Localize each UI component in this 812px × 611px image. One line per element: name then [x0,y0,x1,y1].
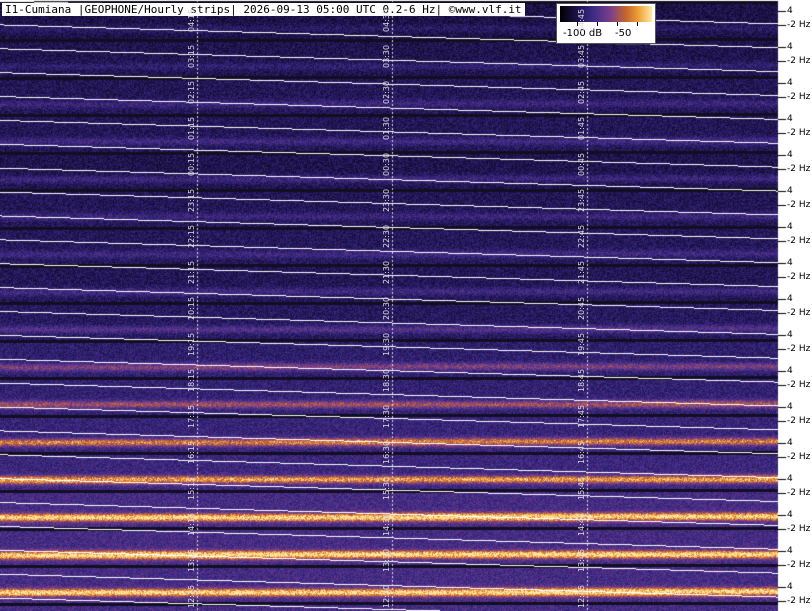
y-tick-label-2hz: -2 Hz [787,200,811,210]
strip-time-label: 00:30 [382,152,391,176]
strip-time-label: 03:30 [382,44,391,68]
strip-time-label: 02:30 [382,80,391,104]
y-tick-label-4: 4 [787,42,793,52]
strip-time-label: 20:45 [577,296,586,320]
y-tick-label-2hz: -2 Hz [787,128,811,138]
y-tick-label-2hz: -2 Hz [787,488,811,498]
y-tick-label-4: 4 [787,78,793,88]
spectrogram-chart: I1-Cumiana |GEOPHONE/Hourly strips| 2026… [0,0,812,611]
strip-time-label: 19:15 [187,332,196,356]
strip-time-label: 13:30 [382,548,391,572]
strip-time-label: 13:15 [187,548,196,572]
y-tick-label-2hz: -2 Hz [787,92,811,102]
colorbar-tick [617,22,618,26]
strip-time-label: 03:15 [187,44,196,68]
y-tick-label-4: 4 [787,294,793,304]
strip-time-label: 20:30 [382,296,391,320]
strip-time-label: 19:30 [382,332,391,356]
y-tick-label-4: 4 [787,114,793,124]
strip-time-label: 22:30 [382,224,391,248]
strip-time-label: 00:45 [577,152,586,176]
spectrogram-strips [0,0,812,611]
strip-time-label: 17:30 [382,404,391,428]
strip-time-label: 16:15 [187,440,196,464]
strip-time-label: 21:15 [187,260,196,284]
y-tick-label-4: 4 [787,150,793,160]
y-tick-label-4: 4 [787,510,793,520]
y-tick-label-2hz: -2 Hz [787,272,811,282]
strip-time-label: 22:15 [187,224,196,248]
y-tick-label-4: 4 [787,186,793,196]
y-tick-label-4: 4 [787,366,793,376]
strip-time-label: 16:30 [382,440,391,464]
y-tick-label-2hz: -2 Hz [787,164,811,174]
chart-title: I1-Cumiana |GEOPHONE/Hourly strips| 2026… [2,3,525,16]
strip-time-label: 14:30 [382,512,391,536]
y-tick-label-2hz: -2 Hz [787,524,811,534]
colorbar-label-high: -50 [615,28,632,39]
strip-time-label: 01:30 [382,116,391,140]
y-tick-label-4: 4 [787,6,793,16]
y-tick-label-2hz: -2 Hz [787,380,811,390]
strip-time-label: 12:15 [187,584,196,608]
strip-time-label: 21:30 [382,260,391,284]
strip-time-label: 13:45 [577,548,586,572]
y-tick-label-2hz: -2 Hz [787,416,811,426]
strip-time-label: 12:45 [577,584,586,608]
strip-time-label: 14:45 [577,512,586,536]
strip-time-label: 20:15 [187,296,196,320]
y-tick-label-4: 4 [787,330,793,340]
colorbar-tick [637,22,638,26]
strip-time-label: 04:45 [577,8,586,32]
strip-time-label: 15:45 [577,476,586,500]
strip-time-label: 01:15 [187,116,196,140]
strip-time-label: 21:45 [577,260,586,284]
y-tick-label-2hz: -2 Hz [787,20,811,30]
strip-time-label: 12:30 [382,584,391,608]
strip-time-label: 23:15 [187,188,196,212]
strip-time-label: 19:45 [577,332,586,356]
strip-time-label: 23:45 [577,188,586,212]
y-tick-label-2hz: -2 Hz [787,596,811,606]
strip-time-label: 17:15 [187,404,196,428]
strip-time-label: 02:15 [187,80,196,104]
colorbar-gradient [560,6,652,22]
y-tick-label-4: 4 [787,402,793,412]
y-tick-label-2hz: -2 Hz [787,452,811,462]
y-tick-label-4: 4 [787,258,793,268]
strip-time-label: 22:45 [577,224,586,248]
strip-time-label: 18:30 [382,368,391,392]
strip-time-label: 14:15 [187,512,196,536]
colorbar-legend: -100 dB -50 [556,3,656,44]
strip-time-label: 15:30 [382,476,391,500]
strip-time-label: 23:30 [382,188,391,212]
strip-time-label: 01:45 [577,116,586,140]
strip-time-label: 04:30 [382,8,391,32]
y-tick-label-2hz: -2 Hz [787,308,811,318]
y-tick-label-2hz: -2 Hz [787,236,811,246]
y-tick-label-2hz: -2 Hz [787,56,811,66]
y-tick-label-2hz: -2 Hz [787,344,811,354]
strip-time-label: 15:15 [187,476,196,500]
strip-time-label: 18:15 [187,368,196,392]
y-tick-label-2hz: -2 Hz [787,560,811,570]
strip-time-label: 17:45 [577,404,586,428]
y-tick-label-4: 4 [787,546,793,556]
strip-time-label: 04:15 [187,8,196,32]
strip-time-label: 02:45 [577,80,586,104]
y-tick-label-4: 4 [787,438,793,448]
colorbar-tick [597,22,598,26]
strip-time-label: 03:45 [577,44,586,68]
strip-time-label: 00:15 [187,152,196,176]
strip-time-label: 16:45 [577,440,586,464]
strip-time-label: 18:45 [577,368,586,392]
y-tick-label-4: 4 [787,222,793,232]
y-tick-label-4: 4 [787,582,793,592]
y-tick-label-4: 4 [787,474,793,484]
